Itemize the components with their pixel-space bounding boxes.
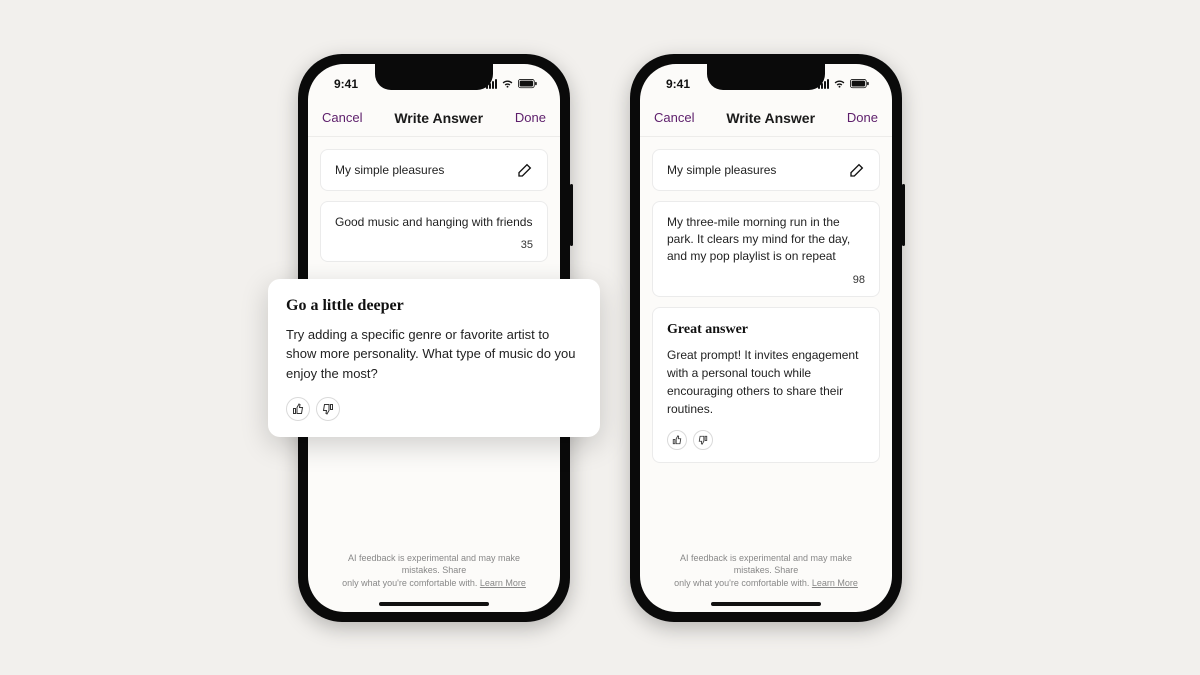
thumbs-up-button[interactable] [286,397,310,421]
disclaimer: AI feedback is experimental and may make… [308,552,560,590]
battery-icon [518,79,538,89]
wifi-icon [501,79,514,89]
answer-text: My three-mile morning run in the park. I… [667,214,865,266]
disclaimer: AI feedback is experimental and may make… [640,552,892,590]
feedback-body: Try adding a specific genre or favorite … [286,325,582,384]
cancel-button[interactable]: Cancel [654,110,694,125]
learn-more-link[interactable]: Learn More [812,578,858,588]
disclaimer-line1: AI feedback is experimental and may make… [680,553,852,576]
edit-icon[interactable] [849,162,865,178]
prompt-text: My simple pleasures [335,163,444,177]
disclaimer-line1: AI feedback is experimental and may make… [348,553,520,576]
cancel-button[interactable]: Cancel [322,110,362,125]
thumbs-up-button[interactable] [667,430,687,450]
prompt-card[interactable]: My simple pleasures [652,149,880,191]
home-indicator [711,602,821,606]
home-indicator [379,602,489,606]
nav-bar: Cancel Write Answer Done [640,104,892,137]
wifi-icon [833,79,846,89]
learn-more-link[interactable]: Learn More [480,578,526,588]
status-right [818,79,870,89]
thumbs-down-button[interactable] [316,397,340,421]
phone-screen: 9:41 Cancel Write Answer Done My simple … [640,64,892,612]
battery-icon [850,79,870,89]
answer-card[interactable]: Good music and hanging with friends 35 [320,201,548,262]
notch [375,64,493,90]
status-right [486,79,538,89]
disclaimer-line2: only what you're comfortable with. [674,578,809,588]
nav-bar: Cancel Write Answer Done [308,104,560,137]
nav-title: Write Answer [394,110,483,126]
status-time: 9:41 [666,77,690,91]
done-button[interactable]: Done [515,110,546,125]
notch [707,64,825,90]
feedback-actions [667,430,865,450]
thumbs-down-button[interactable] [693,430,713,450]
phone-frame: 9:41 Cancel Write Answer Done My simple … [630,54,902,622]
phone-right: 9:41 Cancel Write Answer Done My simple … [630,54,902,622]
edit-icon[interactable] [517,162,533,178]
char-count: 98 [667,274,865,286]
feedback-title: Great answer [667,322,865,338]
status-time: 9:41 [334,77,358,91]
content-area: My simple pleasures My three-mile mornin… [640,137,892,612]
prompt-card[interactable]: My simple pleasures [320,149,548,191]
disclaimer-line2: only what you're comfortable with. [342,578,477,588]
char-count: 35 [335,239,533,251]
nav-title: Write Answer [726,110,815,126]
feedback-body: Great prompt! It invites engagement with… [667,346,865,418]
feedback-actions [286,397,582,421]
feedback-card: Great answer Great prompt! It invites en… [652,307,880,463]
done-button[interactable]: Done [847,110,878,125]
answer-card[interactable]: My three-mile morning run in the park. I… [652,201,880,297]
feedback-title: Go a little deeper [286,297,582,315]
prompt-text: My simple pleasures [667,163,776,177]
feedback-card: Go a little deeper Try adding a specific… [268,279,600,438]
phone-left: 9:41 Cancel Write Answer Done My simple … [298,54,570,622]
answer-text: Good music and hanging with friends [335,214,533,231]
